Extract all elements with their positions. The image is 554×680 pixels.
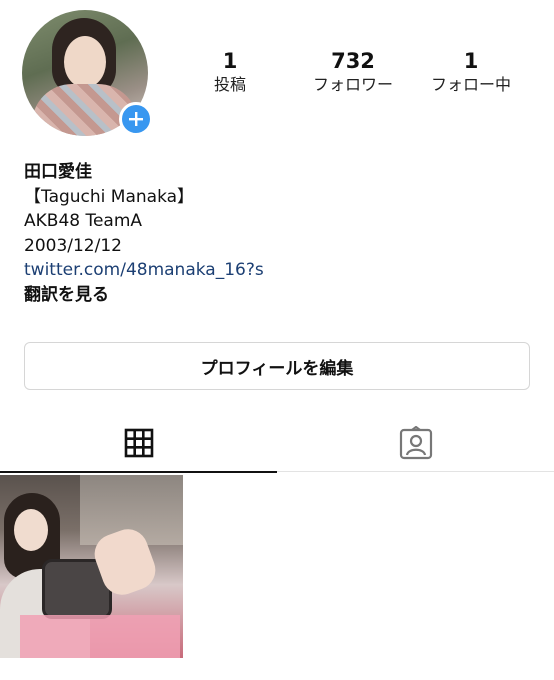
edit-profile-button[interactable]: プロフィールを編集 (24, 342, 530, 390)
following-label: フォロー中 (430, 75, 511, 94)
profile-name: 田口愛佳 (24, 162, 92, 182)
followers-count: 732 (331, 49, 375, 73)
posts-count: 1 (222, 49, 238, 73)
tab-tagged[interactable] (277, 414, 554, 472)
bio-line: 【Taguchi Manaka】 (24, 186, 195, 207)
add-story-button[interactable] (119, 102, 153, 136)
posts-label: 投稿 (213, 75, 246, 94)
following-count: 1 (463, 49, 479, 73)
posts-stat[interactable]: 1 投稿 (175, 48, 285, 96)
tagged-person-icon (399, 426, 432, 460)
see-translation-link[interactable]: 翻訳を見る (24, 283, 534, 308)
bio-line: 2003/12/12 (24, 235, 122, 256)
profile-page: 1 投稿 732 フォロワー 1 フォロー中 田口愛佳 【Taguchi Man… (0, 0, 554, 680)
avatar[interactable] (22, 10, 153, 140)
bio-line: AKB48 TeamA (24, 211, 143, 231)
bio-link[interactable]: twitter.com/48manaka_16?s (24, 258, 534, 283)
plus-icon (129, 112, 143, 126)
followers-stat[interactable]: 732 フォロワー (298, 48, 408, 96)
grid-icon (124, 428, 153, 457)
tab-posts-grid[interactable] (0, 414, 277, 473)
profile-tabs (0, 414, 554, 473)
followers-label: フォロワー (312, 75, 393, 94)
profile-stats: 1 投稿 732 フォロワー 1 フォロー中 (190, 48, 535, 104)
post-thumbnail[interactable] (0, 475, 183, 658)
following-stat[interactable]: 1 フォロー中 (416, 48, 526, 96)
profile-bio: 田口愛佳 【Taguchi Manaka】 AKB48 TeamA 2003/1… (24, 160, 534, 307)
